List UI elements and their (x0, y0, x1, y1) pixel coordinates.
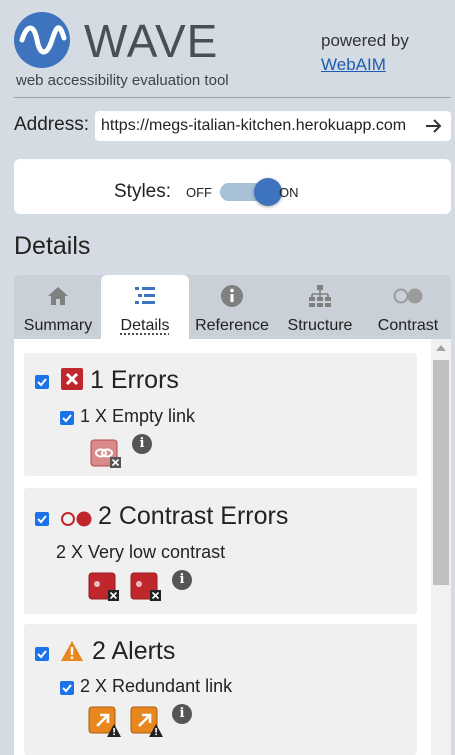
item-label: 2 X Redundant link (80, 676, 233, 696)
item-label: 1 X Empty link (80, 406, 196, 426)
styles-panel: Styles: OFF ON (14, 159, 451, 214)
tab-summary[interactable]: Summary (16, 275, 100, 339)
home-icon (48, 287, 68, 305)
tab-reference[interactable]: Reference (190, 275, 274, 339)
tab-label: Reference (195, 317, 269, 334)
address-field (95, 111, 451, 141)
scroll-thumb[interactable] (433, 360, 449, 585)
scrollbar[interactable] (431, 339, 451, 755)
low-contrast-icon[interactable] (88, 572, 120, 602)
details-panel: Summary Details Reference Structure Cont… (14, 275, 451, 755)
address-input[interactable] (101, 111, 416, 141)
tab-label: Summary (23, 317, 93, 334)
app-title: WAVE (84, 15, 219, 67)
broken-link-icon[interactable] (90, 439, 122, 469)
alerts-card: 2 Alerts 2 X Redundant link i (24, 624, 417, 755)
list-icon (135, 287, 155, 304)
contrast-errors-card: 2 Contrast Errors 2 X Very low contrast … (24, 488, 417, 614)
scroll-up-arrow-icon[interactable] (436, 345, 446, 351)
details-content: 1 Errors 1 X Empty link i 2 Contrast Err… (14, 339, 451, 755)
category-title: 2 Contrast Errors (98, 502, 289, 530)
address-label: Address: (14, 114, 89, 135)
webaim-link[interactable]: WebAIM (321, 55, 386, 75)
styles-toggle[interactable] (220, 178, 282, 206)
tab-structure[interactable]: Structure (278, 275, 362, 339)
header-divider (14, 97, 451, 98)
styles-off-label: OFF (186, 185, 212, 200)
contrast-icon (61, 511, 92, 527)
styles-on-label: ON (279, 185, 299, 200)
tab-label: Contrast (377, 317, 439, 334)
arrow-right-icon[interactable] (423, 115, 443, 137)
tab-contrast[interactable]: Contrast (366, 275, 450, 339)
app-subtitle: web accessibility evaluation tool (16, 72, 229, 89)
contrast-checkbox[interactable] (35, 512, 49, 526)
alert-triangle-icon (61, 641, 83, 661)
wave-logo-icon (14, 12, 70, 68)
tab-label: Details (120, 317, 170, 334)
info-icon[interactable]: i (132, 434, 152, 454)
info-icon[interactable]: i (172, 570, 192, 590)
item-checkbox[interactable] (60, 411, 74, 425)
page-title: Details (14, 232, 91, 260)
tab-label: Structure (287, 317, 353, 334)
contrast-icon (393, 288, 423, 304)
redundant-link-icon[interactable] (130, 706, 164, 738)
item-checkbox[interactable] (60, 681, 74, 695)
powered-by-text: powered by (321, 31, 409, 50)
error-x-icon (61, 368, 83, 390)
redundant-link-icon[interactable] (88, 706, 122, 738)
errors-card: 1 Errors 1 X Empty link i (24, 353, 417, 476)
errors-checkbox[interactable] (35, 375, 49, 389)
alerts-checkbox[interactable] (35, 647, 49, 661)
category-title: 2 Alerts (92, 637, 176, 665)
styles-label: Styles: (114, 181, 172, 202)
sitemap-icon (309, 285, 331, 307)
low-contrast-icon[interactable] (130, 572, 162, 602)
info-circle-icon (221, 285, 243, 307)
toggle-knob (254, 178, 282, 206)
info-icon[interactable]: i (172, 704, 192, 724)
category-title: 1 Errors (90, 366, 179, 394)
item-label: 2 X Very low contrast (56, 542, 226, 562)
tab-details[interactable]: Details (101, 275, 189, 339)
